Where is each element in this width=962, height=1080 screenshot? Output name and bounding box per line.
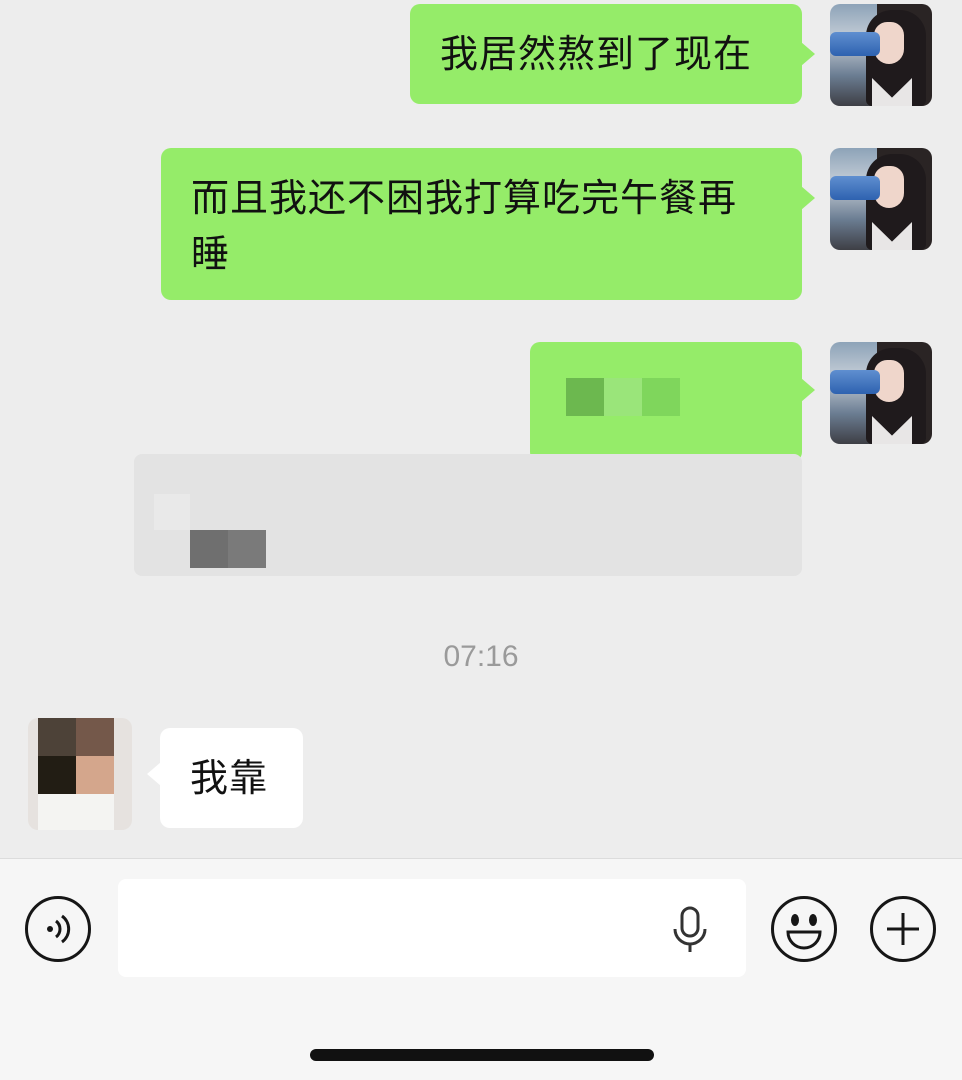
bubble-tail <box>801 378 815 402</box>
emoji-icon <box>786 914 822 950</box>
message-timestamp: 07:16 <box>443 640 519 673</box>
voice-mode-icon <box>47 914 71 944</box>
bubble-tail <box>801 186 815 210</box>
message-text: 而且我还不困我打算吃完午餐再睡 <box>191 176 738 276</box>
message-bubble-received[interactable]: 我靠 <box>160 728 303 828</box>
my-avatar[interactable] <box>830 342 932 444</box>
my-avatar[interactable] <box>830 148 932 250</box>
message-bubble-sent[interactable]: 而且我还不困我打算吃完午餐再睡 <box>161 148 802 300</box>
censor-block <box>566 378 604 416</box>
contact-avatar[interactable] <box>28 718 132 830</box>
more-functions-button[interactable] <box>870 896 936 962</box>
my-avatar[interactable] <box>830 4 932 106</box>
chat-area: 我居然熬到了现在 而且我还不困我打算吃完午餐再睡 07:16 我靠 <box>0 0 962 858</box>
message-text: 我靠 <box>190 756 269 800</box>
bubble-tail <box>147 762 161 786</box>
censor-block <box>154 494 190 530</box>
microphone-icon[interactable] <box>670 905 710 955</box>
home-indicator[interactable] <box>310 1049 654 1061</box>
input-toolbar <box>0 858 962 1080</box>
censor-block <box>604 378 642 416</box>
censor-block <box>190 530 228 568</box>
plus-icon <box>887 913 919 945</box>
bubble-tail <box>801 42 815 66</box>
message-text: 我居然熬到了现在 <box>440 32 753 76</box>
message-bubble-sent[interactable]: 我居然熬到了现在 <box>410 4 802 104</box>
quoted-message[interactable] <box>134 454 802 576</box>
emoji-button[interactable] <box>771 896 837 962</box>
message-bubble-sent-censored[interactable] <box>530 342 802 462</box>
censor-block <box>228 530 266 568</box>
voice-mode-button[interactable] <box>25 896 91 962</box>
censor-block <box>642 378 680 416</box>
message-input[interactable] <box>118 879 746 977</box>
